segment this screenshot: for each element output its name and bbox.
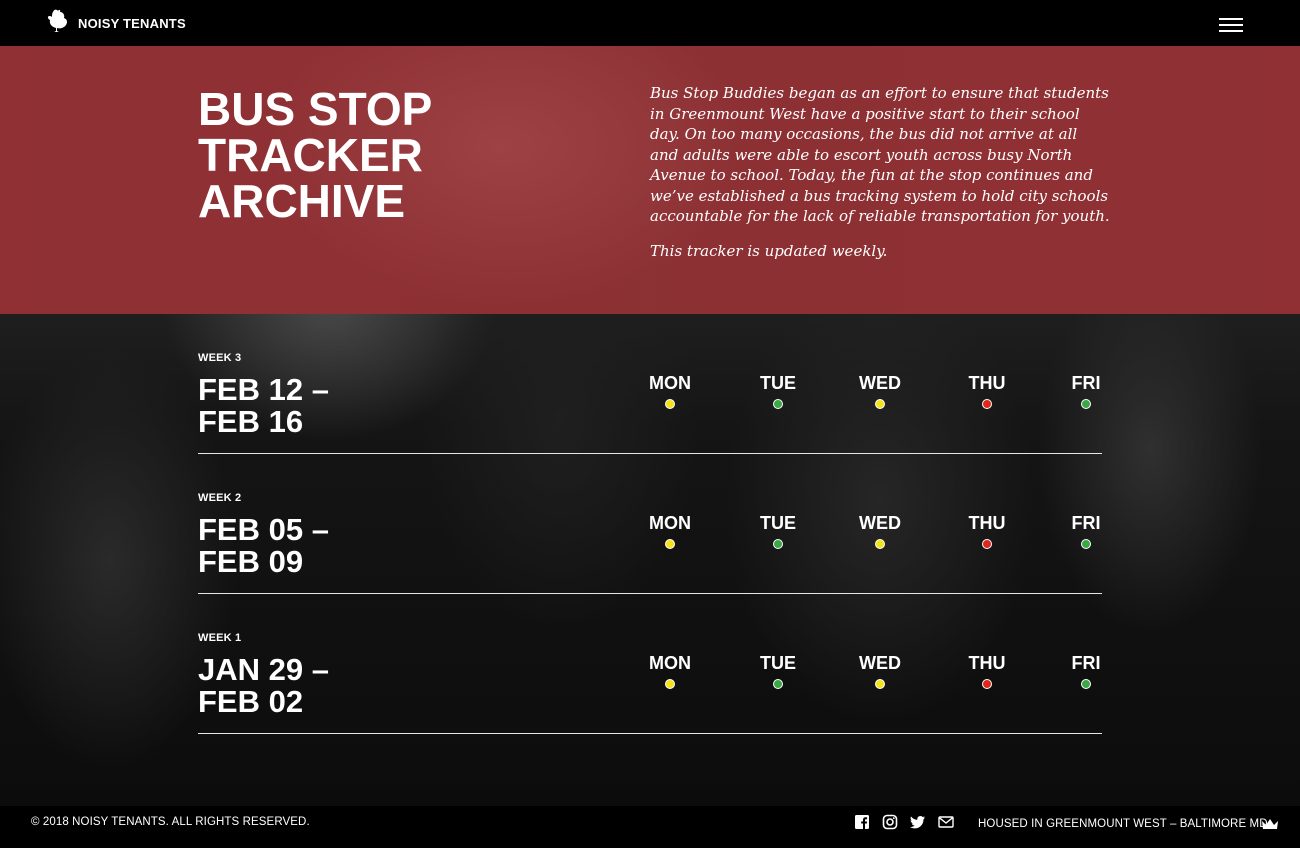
crown-icon [1261, 817, 1279, 831]
day-name: MON [649, 653, 691, 673]
brand-logo[interactable]: NOISY TENANTS [44, 8, 186, 39]
status-dot [982, 679, 992, 689]
status-dot [875, 539, 885, 549]
day-fri: FRI [1046, 512, 1126, 549]
status-dot [1081, 679, 1091, 689]
day-name: FRI [1071, 513, 1101, 533]
week-date-range: JAN 29 – FEB 02 [198, 654, 498, 718]
week-row: WEEK 2 FEB 05 – FEB 09 MON TUE WED THU F… [198, 454, 1102, 594]
day-mon: MON [630, 372, 710, 409]
day-wed: WED [840, 512, 920, 549]
status-dot [665, 399, 675, 409]
week-date-start: JAN 29 – [198, 652, 329, 687]
week-row: WEEK 1 JAN 29 – FEB 02 MON TUE WED THU F… [198, 594, 1102, 734]
intro-description: Bus Stop Buddies began as an effort to e… [650, 84, 1110, 225]
week-date-range: FEB 05 – FEB 09 [198, 514, 498, 578]
status-dot [875, 399, 885, 409]
status-dot [875, 679, 885, 689]
status-dot [773, 539, 783, 549]
week-row: WEEK 3 FEB 12 – FEB 16 MON TUE WED THU F… [198, 314, 1102, 454]
day-wed: WED [840, 652, 920, 689]
week-date-end: FEB 02 [198, 684, 304, 719]
email-icon[interactable] [938, 814, 954, 830]
hero-banner: BUS STOP TRACKER ARCHIVE Bus Stop Buddie… [0, 46, 1300, 314]
status-dot [1081, 399, 1091, 409]
week-date-start: FEB 12 – [198, 372, 329, 407]
location-text: HOUSED IN GREENMOUNT WEST – BALTIMORE MD [978, 818, 1268, 830]
page-title-line: TRACKER [198, 129, 423, 181]
status-dot [982, 539, 992, 549]
status-dot [982, 399, 992, 409]
status-dot [665, 539, 675, 549]
day-tue: TUE [738, 652, 818, 689]
day-name: MON [649, 513, 691, 533]
day-name: THU [968, 653, 1006, 673]
week-label: WEEK 2 [198, 492, 242, 504]
site-footer: © 2018 NOISY TENANTS. ALL RIGHTS RESERVE… [0, 806, 1300, 848]
week-date-start: FEB 05 – [198, 512, 329, 547]
page-title-line: ARCHIVE [198, 175, 406, 227]
day-name: THU [968, 373, 1006, 393]
status-dot [665, 679, 675, 689]
day-fri: FRI [1046, 372, 1126, 409]
day-name: TUE [760, 513, 796, 533]
day-name: THU [968, 513, 1006, 533]
page-title: BUS STOP TRACKER ARCHIVE [198, 86, 498, 224]
instagram-icon[interactable] [882, 814, 898, 830]
day-thu: THU [947, 372, 1027, 409]
day-thu: THU [947, 512, 1027, 549]
day-fri: FRI [1046, 652, 1126, 689]
status-dot [773, 399, 783, 409]
hamburger-menu-icon[interactable] [1219, 17, 1245, 33]
day-name: WED [859, 513, 901, 533]
day-name: WED [859, 653, 901, 673]
day-thu: THU [947, 652, 1027, 689]
status-dot [773, 679, 783, 689]
brand-name: NOISY TENANTS [78, 15, 186, 31]
week-label: WEEK 3 [198, 352, 242, 364]
status-dot [1081, 539, 1091, 549]
week-date-end: FEB 09 [198, 544, 304, 579]
day-tue: TUE [738, 372, 818, 409]
week-date-end: FEB 16 [198, 404, 304, 439]
social-links [854, 814, 954, 830]
facebook-icon[interactable] [854, 814, 870, 830]
day-tue: TUE [738, 512, 818, 549]
day-name: FRI [1071, 653, 1101, 673]
day-name: TUE [760, 653, 796, 673]
day-mon: MON [630, 652, 710, 689]
week-date-range: FEB 12 – FEB 16 [198, 374, 498, 438]
twitter-icon[interactable] [910, 814, 926, 830]
week-label: WEEK 1 [198, 632, 242, 644]
copyright-text: © 2018 NOISY TENANTS. ALL RIGHTS RESERVE… [31, 816, 310, 828]
page-title-line: BUS STOP [198, 83, 433, 135]
day-wed: WED [840, 372, 920, 409]
day-name: MON [649, 373, 691, 393]
day-name: TUE [760, 373, 796, 393]
day-mon: MON [630, 512, 710, 549]
update-note: This tracker is updated weekly. [650, 242, 888, 260]
day-name: WED [859, 373, 901, 393]
rooster-icon [44, 8, 70, 39]
week-list: WEEK 3 FEB 12 – FEB 16 MON TUE WED THU F… [0, 314, 1300, 806]
site-header: NOISY TENANTS [0, 0, 1300, 46]
day-name: FRI [1071, 373, 1101, 393]
